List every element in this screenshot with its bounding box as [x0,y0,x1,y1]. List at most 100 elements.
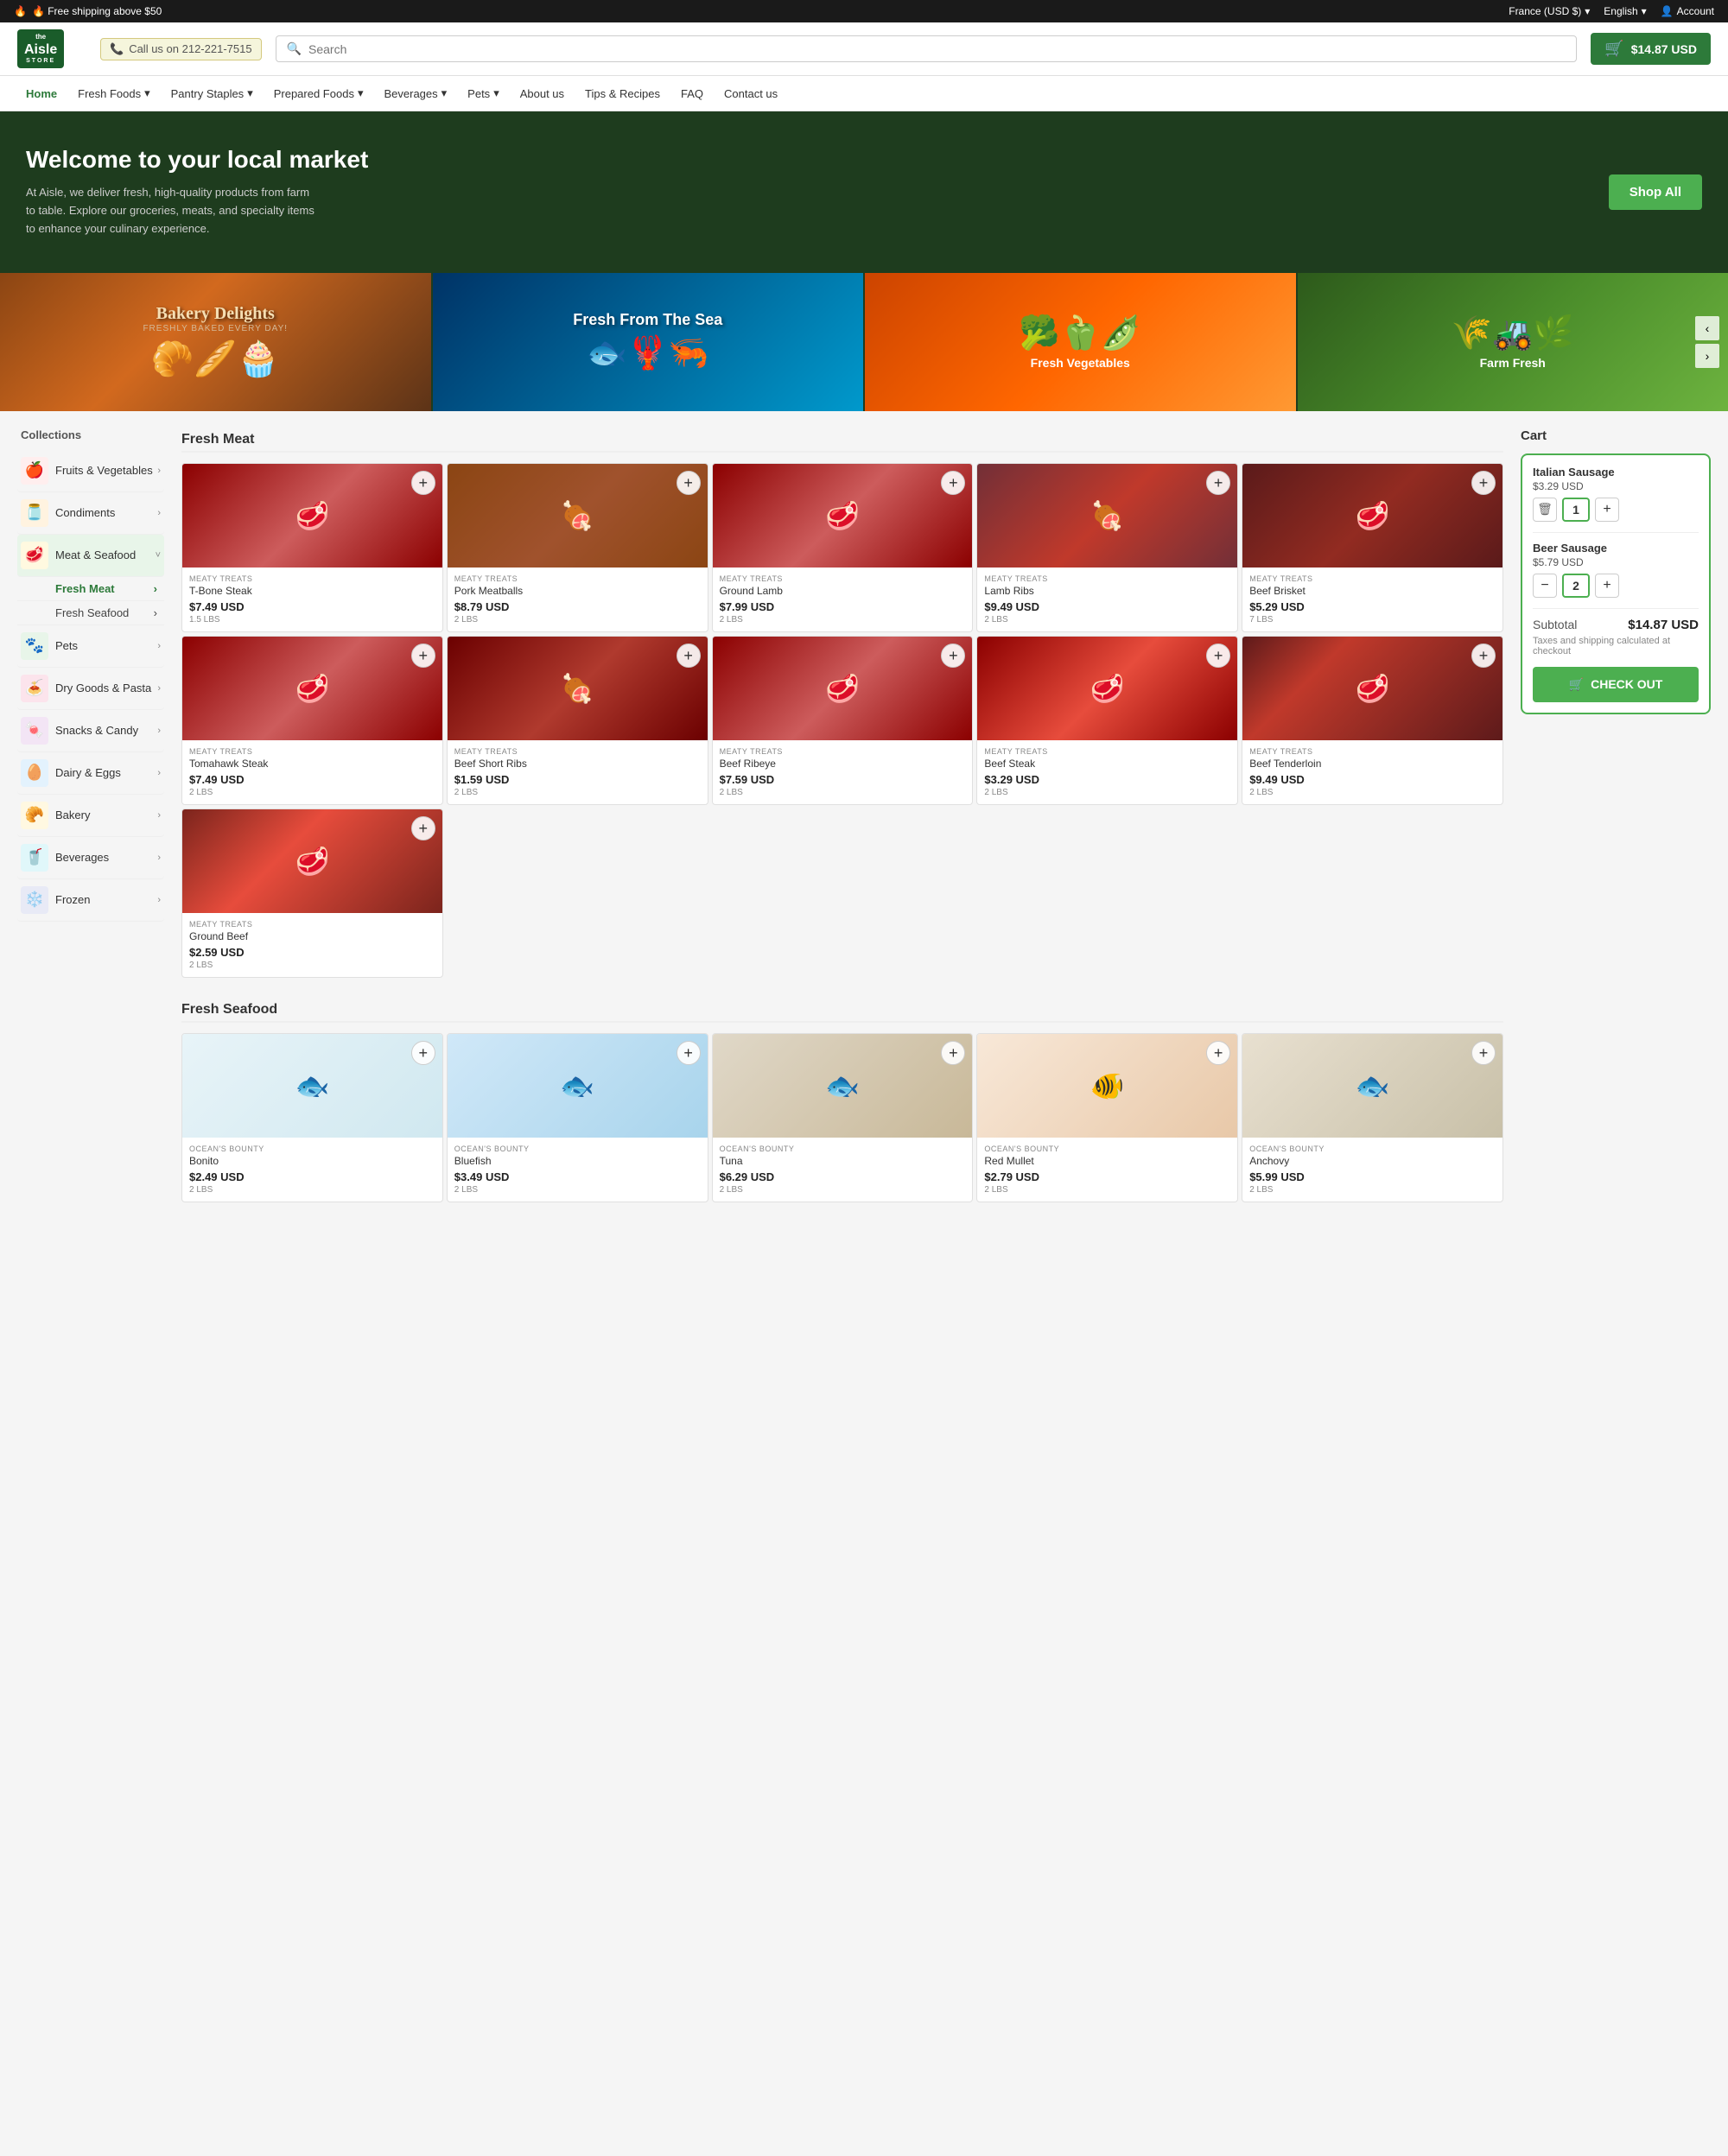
cart-item2-decrease-button[interactable]: − [1533,574,1557,598]
add-tomahawk-button[interactable]: + [411,644,435,668]
sidebar-item-fruits-vegetables[interactable]: 🍎 Fruits & Vegetables › [17,450,164,492]
banner-veggies-title: Fresh Vegetables [1019,356,1141,370]
sidebar-item-snacks[interactable]: 🍬 Snacks & Candy › [17,710,164,752]
product-card-beefbrisket[interactable]: 🥩 + Meaty Treats Beef Brisket $5.29 USD … [1242,463,1503,632]
add-lambribs-button[interactable]: + [1206,471,1230,495]
add-tbone-button[interactable]: + [411,471,435,495]
nav-prepared-foods[interactable]: Prepared Foods ▾ [265,76,372,111]
shipping-icon: 🔥 [14,5,27,17]
banner-prev-button[interactable]: ‹ [1695,316,1719,340]
beefsteak-price: $3.29 USD [984,773,1230,786]
add-groundlamb-button[interactable]: + [941,471,965,495]
logo[interactable]: the Aisle STORE [17,29,86,68]
beefsteak-brand: Meaty Treats [984,747,1230,756]
product-card-anchovy[interactable]: 🐟 + Ocean's Bounty Anchovy $5.99 USD 2 L… [1242,1033,1503,1202]
cart-item1-increase-button[interactable]: + [1595,498,1619,522]
banner-sea[interactable]: Fresh From The Sea 🐟🦞🦐 [433,273,866,411]
nav-fresh-foods[interactable]: Fresh Foods ▾ [69,76,159,111]
sidebar-item-pets[interactable]: 🐾 Pets › [17,625,164,668]
add-meatballs-button[interactable]: + [677,471,701,495]
sidebar-item-meat-seafood[interactable]: 🥩 Meat & Seafood ˅ [17,535,164,577]
dairy-eggs-icon: 🥚 [21,759,48,787]
nav-faq[interactable]: FAQ [672,77,712,111]
banner-bakery[interactable]: Bakery Delights FRESHLY BAKED EVERY DAY!… [0,273,433,411]
main-layout: Collections 🍎 Fruits & Vegetables › 🫙 Co… [0,411,1728,1223]
product-image-shortribs: 🍖 + [448,637,708,740]
account-link[interactable]: 👤 Account [1661,5,1714,17]
product-card-lambribs[interactable]: 🍖 + Meaty Treats Lamb Ribs $9.49 USD 2 L… [976,463,1238,632]
cart-subtotal-amount: $14.87 USD [1628,618,1699,632]
meatballs-brand: Meaty Treats [454,574,701,583]
tenderloin-visual: 🥩 [1242,637,1502,740]
tomahawk-visual: 🥩 [182,637,442,740]
add-anchovy-button[interactable]: + [1471,1041,1496,1065]
checkout-button[interactable]: 🛒 CHECK OUT [1533,667,1699,702]
groundbeef-weight: 2 LBS [189,961,435,970]
product-image-anchovy: 🐟 + [1242,1034,1502,1138]
product-card-bluefish[interactable]: 🐟 + Ocean's Bounty Bluefish $3.49 USD 2 … [447,1033,708,1202]
sidebar-subitem-fresh-meat[interactable]: Fresh Meat › [17,577,164,601]
frozen-chevron: › [157,895,161,905]
product-card-tuna[interactable]: 🐟 + Ocean's Bounty Tuna $6.29 USD 2 LBS [712,1033,974,1202]
add-tuna-button[interactable]: + [941,1041,965,1065]
sidebar-item-dairy-eggs[interactable]: 🥚 Dairy & Eggs › [17,752,164,795]
tomahawk-price: $7.49 USD [189,773,435,786]
search-input[interactable] [308,42,1566,56]
search-bar[interactable]: 🔍 [276,35,1578,62]
add-shortribs-button[interactable]: + [677,644,701,668]
cart-item2-qty: 2 [1562,574,1590,598]
content-area: Fresh Meat 🥩 + Meaty Treats T-Bone Steak… [181,428,1503,1206]
phone-badge[interactable]: 📞 Call us on 212-221-7515 [100,38,262,60]
add-bluefish-button[interactable]: + [677,1041,701,1065]
add-ribeye-button[interactable]: + [941,644,965,668]
add-beefbrisket-button[interactable]: + [1471,471,1496,495]
sidebar-item-bakery[interactable]: 🥐 Bakery › [17,795,164,837]
nav-contact[interactable]: Contact us [715,77,786,111]
groundbeef-price: $2.59 USD [189,946,435,959]
product-card-groundbeef[interactable]: 🥩 + Meaty Treats Ground Beef $2.59 USD 2… [181,808,443,978]
nav-home[interactable]: Home [17,77,66,111]
add-tenderloin-button[interactable]: + [1471,644,1496,668]
product-card-tomahawk[interactable]: 🥩 + Meaty Treats Tomahawk Steak $7.49 US… [181,636,443,805]
product-card-ribeye[interactable]: 🥩 + Meaty Treats Beef Ribeye $7.59 USD 2… [712,636,974,805]
sidebar-item-dry-goods[interactable]: 🍝 Dry Goods & Pasta › [17,668,164,710]
groundlamb-brand: Meaty Treats [720,574,966,583]
product-card-redmullet[interactable]: 🐠 + Ocean's Bounty Red Mullet $2.79 USD … [976,1033,1238,1202]
sidebar-item-beverages[interactable]: 🥤 Beverages › [17,837,164,879]
add-redmullet-button[interactable]: + [1206,1041,1230,1065]
beefsteak-visual: 🥩 [977,637,1237,740]
tenderloin-weight: 2 LBS [1249,788,1496,797]
nav-tips[interactable]: Tips & Recipes [576,77,669,111]
sidebar-item-frozen[interactable]: ❄️ Frozen › [17,879,164,922]
cart-item1-delete-button[interactable]: 🗑 [1533,498,1557,522]
nav-beverages[interactable]: Beverages ▾ [375,76,455,111]
nav-about[interactable]: About us [511,77,573,111]
tenderloin-name: Beef Tenderloin [1249,758,1496,770]
product-card-beefsteak[interactable]: 🥩 + Meaty Treats Beef Steak $3.29 USD 2 … [976,636,1238,805]
currency-selector[interactable]: France (USD $) ▾ [1509,5,1590,17]
nav-pantry-staples[interactable]: Pantry Staples ▾ [162,76,262,111]
product-card-bonito[interactable]: 🐟 + Ocean's Bounty Bonito $2.49 USD 2 LB… [181,1033,443,1202]
add-groundbeef-button[interactable]: + [411,816,435,840]
sidebar-item-condiments[interactable]: 🫙 Condiments › [17,492,164,535]
product-card-tbone[interactable]: 🥩 + Meaty Treats T-Bone Steak $7.49 USD … [181,463,443,632]
add-bonito-button[interactable]: + [411,1041,435,1065]
nav-pets[interactable]: Pets ▾ [459,76,508,111]
product-card-meatballs[interactable]: 🍖 + Meaty Treats Pork Meatballs $8.79 US… [447,463,708,632]
banner-farm[interactable]: 🌾🚜🌿 Farm Fresh ‹ › [1298,273,1728,411]
product-card-tenderloin[interactable]: 🥩 + Meaty Treats Beef Tenderloin $9.49 U… [1242,636,1503,805]
product-card-shortribs[interactable]: 🍖 + Meaty Treats Beef Short Ribs $1.59 U… [447,636,708,805]
banner-veggies[interactable]: 🥦🫑🫛 Fresh Vegetables [865,273,1298,411]
cart-total-label: $14.87 USD [1631,42,1697,56]
sidebar-subitem-fresh-seafood[interactable]: Fresh Seafood › [17,601,164,625]
groundlamb-name: Ground Lamb [720,585,966,597]
cart-button[interactable]: 🛒 $14.87 USD [1591,33,1711,65]
banner-next-button[interactable]: › [1695,344,1719,368]
checkout-label: CHECK OUT [1591,677,1662,691]
add-beefsteak-button[interactable]: + [1206,644,1230,668]
product-card-groundlamb[interactable]: 🥩 + Meaty Treats Ground Lamb $7.99 USD 2… [712,463,974,632]
cart-item2-increase-button[interactable]: + [1595,574,1619,598]
language-selector[interactable]: English ▾ [1604,5,1646,17]
ribeye-brand: Meaty Treats [720,747,966,756]
shop-all-button[interactable]: Shop All [1609,174,1702,210]
